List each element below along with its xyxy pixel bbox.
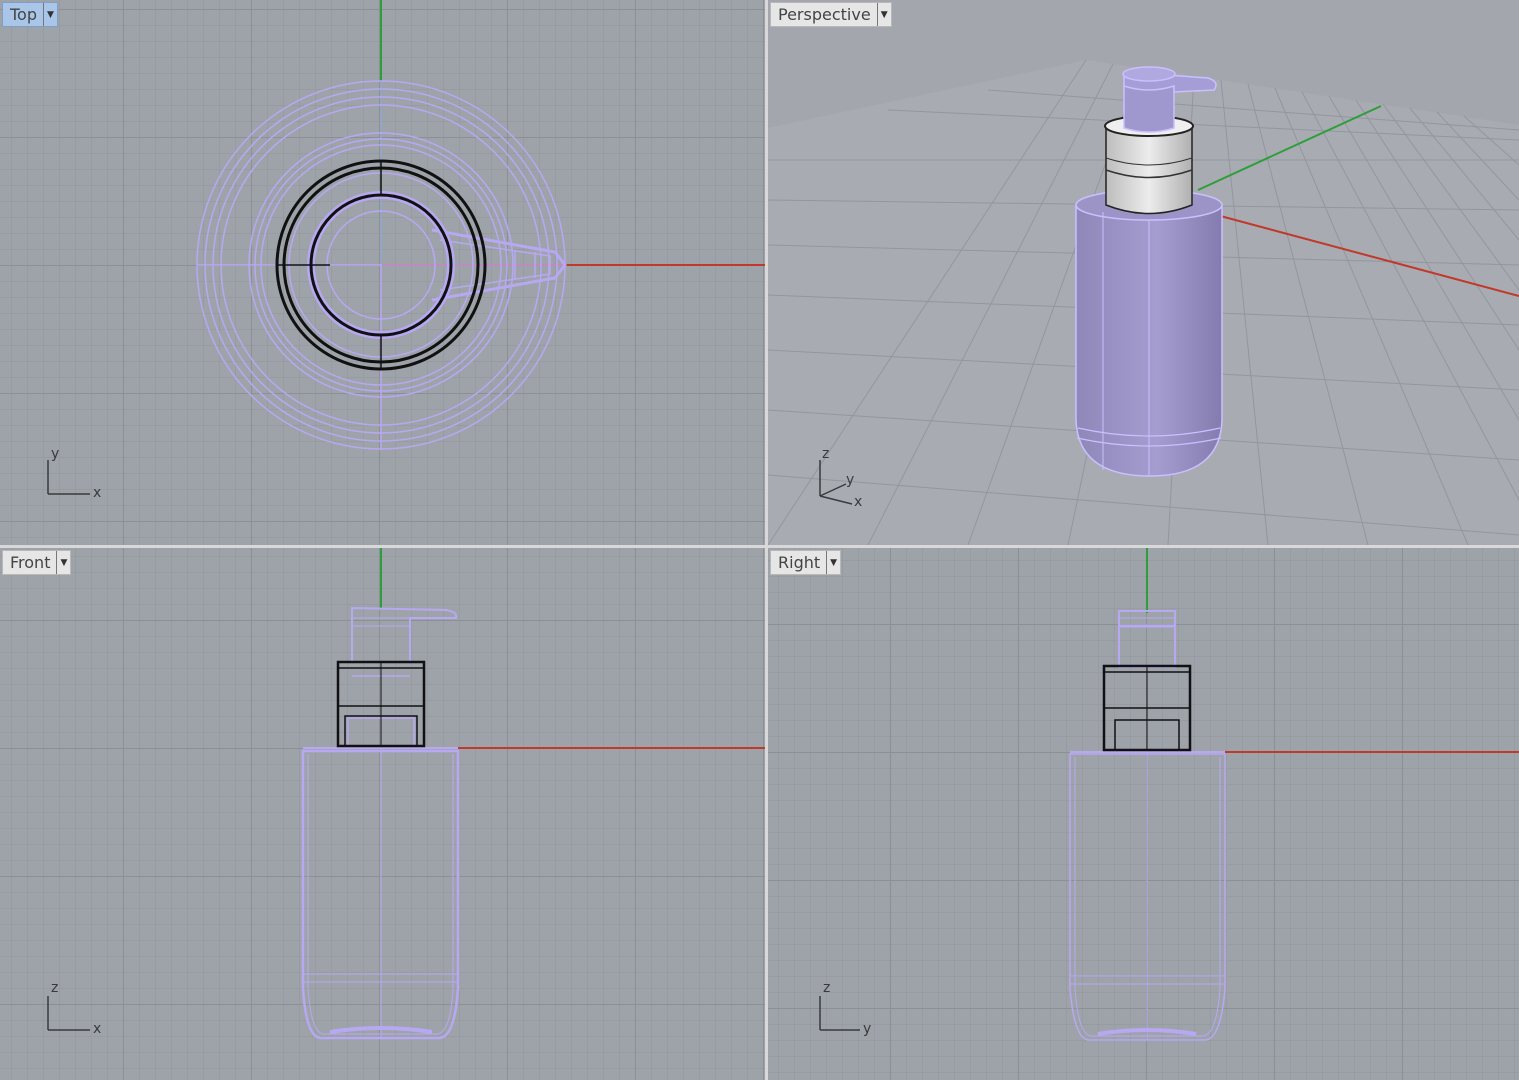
viewport-right[interactable]: Right ▼ z y — [768, 548, 1519, 1080]
viewport-tab-top[interactable]: Top ▼ — [2, 2, 58, 27]
axis-label-y: y — [51, 446, 59, 462]
viewport-tab-right[interactable]: Right ▼ — [770, 550, 842, 575]
collar-selected-right[interactable] — [1102, 664, 1192, 752]
collar-selected-front[interactable] — [336, 660, 426, 748]
bottle-wireframe-top[interactable] — [196, 80, 567, 450]
viewport-title: Right — [778, 553, 821, 572]
right-view-canvas[interactable]: z y — [768, 548, 1519, 1080]
viewport-tab-perspective[interactable]: Perspective ▼ — [770, 2, 892, 27]
axis-widget-front — [47, 996, 90, 1031]
chevron-down-icon[interactable]: ▼ — [826, 551, 840, 574]
viewport-perspective[interactable]: Perspective ▼ z y x — [768, 0, 1519, 545]
axis-label-y: y — [846, 472, 854, 488]
axis-widget-right — [819, 996, 860, 1031]
perspective-canvas[interactable]: z y x — [768, 0, 1519, 545]
viewport-title: Perspective — [778, 5, 871, 24]
bottle-body-3d[interactable] — [1075, 189, 1223, 477]
chevron-down-icon[interactable]: ▼ — [43, 3, 57, 26]
axis-label-y: y — [863, 1021, 871, 1037]
viewport-front[interactable]: Front ▼ z x — [0, 548, 765, 1080]
axis-label-z: z — [51, 980, 58, 996]
chevron-down-icon[interactable]: ▼ — [56, 551, 70, 574]
axis-label-x: x — [93, 485, 101, 501]
viewport-title: Top — [10, 5, 37, 24]
top-view-canvas[interactable]: y x — [0, 0, 765, 545]
chevron-down-icon[interactable]: ▼ — [876, 3, 891, 26]
viewport-title: Front — [10, 553, 51, 572]
axis-label-x: x — [854, 494, 862, 510]
axis-widget-top — [47, 460, 90, 495]
axis-label-z: z — [823, 980, 830, 996]
viewport-top[interactable]: Top ▼ y x — [0, 0, 765, 545]
axis-label-x: x — [93, 1021, 101, 1037]
viewport-tab-front[interactable]: Front ▼ — [2, 550, 72, 575]
axis-label-z: z — [822, 446, 829, 462]
front-view-canvas[interactable]: z x — [0, 548, 765, 1080]
